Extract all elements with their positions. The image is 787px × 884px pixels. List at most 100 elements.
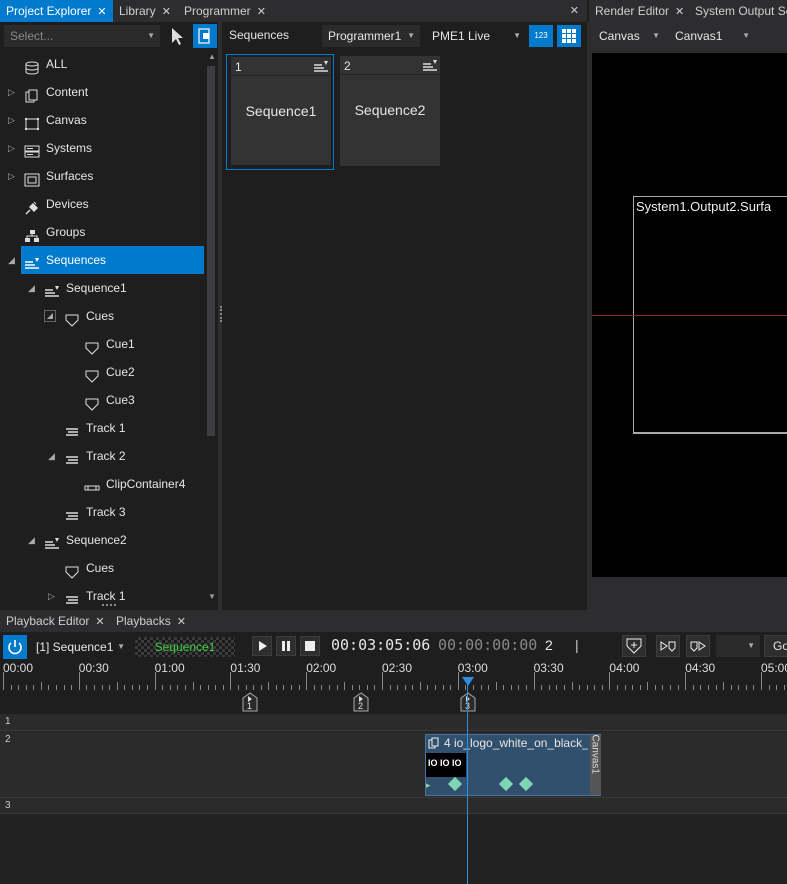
cue-icon <box>64 309 80 327</box>
tree-item-systems[interactable]: ▷ Systems <box>0 134 204 162</box>
ruler-tick <box>344 682 346 690</box>
close-icon[interactable]: ✕ <box>97 6 106 18</box>
tree-item-cue1[interactable]: Cue1 <box>0 330 204 358</box>
tree-item-cue3[interactable]: Cue3 <box>0 386 204 414</box>
grid-view-button[interactable] <box>557 25 581 47</box>
ruler-ticks <box>0 672 787 690</box>
ruler-tick <box>192 682 194 690</box>
tree-item-track2[interactable]: ◢ Track 2 <box>0 442 204 470</box>
ruler-tick <box>761 672 762 690</box>
locate-icon[interactable] <box>193 24 217 48</box>
programmer-select[interactable]: Programmer1 ▼ <box>322 25 420 47</box>
collapse-icon[interactable]: ◢ <box>28 274 38 302</box>
explorer-filter-select[interactable]: Select... ▼ <box>4 25 160 47</box>
track-row[interactable]: 1 <box>0 714 787 731</box>
render-mode-select[interactable]: Canvas ▼ <box>593 25 665 47</box>
close-icon[interactable]: ✕ <box>95 616 104 628</box>
collapse-icon[interactable]: ◢ <box>8 246 18 274</box>
expand-icon[interactable]: ▷ <box>8 134 18 162</box>
close-icon[interactable]: ✕ <box>162 6 171 18</box>
tab-system-output[interactable]: System Output Se <box>689 0 787 22</box>
next-cue-button[interactable] <box>686 635 710 657</box>
track-icon <box>64 421 80 436</box>
tree-item-surfaces[interactable]: ▷ Surfaces <box>0 162 204 190</box>
tree-item-content[interactable]: ▷ Content <box>0 78 204 106</box>
keyframe-icon[interactable] <box>447 776 463 792</box>
tab-playback-editor[interactable]: Playback Editor ✕ <box>0 610 111 632</box>
playhead-line[interactable] <box>467 684 468 884</box>
tree-item-sequence2[interactable]: ◢ Sequence2 <box>0 526 204 554</box>
scroll-thumb[interactable] <box>207 66 215 436</box>
tree-item-devices[interactable]: Devices <box>0 190 204 218</box>
tree-item-canvas[interactable]: ▷ Canvas <box>0 106 204 134</box>
playhead-handle[interactable] <box>462 676 474 686</box>
tab-project-explorer[interactable]: Project Explorer ✕ <box>0 0 113 22</box>
pause-button[interactable] <box>276 636 296 656</box>
cue-icon <box>84 337 100 355</box>
cue-marker[interactable]: 3 <box>460 692 476 712</box>
keyframe-icon[interactable] <box>518 776 534 792</box>
keyframe-icon[interactable] <box>498 776 514 792</box>
ruler-tick <box>533 672 535 690</box>
add-cue-button[interactable] <box>622 635 646 657</box>
tab-render-editor[interactable]: Render Editor ✕ <box>589 0 690 22</box>
tree-item-all[interactable]: ALL <box>0 50 204 78</box>
sequence-select[interactable]: [1] Sequence1 ▼ <box>30 636 130 658</box>
scroll-up-icon[interactable]: ▲ <box>208 52 216 61</box>
render-viewport[interactable]: System1.Output2.Surfa <box>592 53 787 577</box>
power-button[interactable] <box>3 635 27 659</box>
clip[interactable]: 4 io_logo_white_on_black_H IO IO IO Canv… <box>425 734 601 796</box>
goto-button[interactable]: Go <box>764 635 787 657</box>
tree-item-cues-2[interactable]: Cues <box>0 554 204 582</box>
resize-grip[interactable] <box>102 604 116 608</box>
close-icon[interactable]: ✕ <box>675 6 684 18</box>
expand-icon[interactable]: ▷ <box>8 162 18 190</box>
scroll-down-icon[interactable]: ▼ <box>208 592 216 601</box>
track-empty-area[interactable] <box>0 814 787 884</box>
explorer-scrollbar[interactable]: ▲ ▼ <box>204 50 218 606</box>
expand-icon[interactable]: ▷ <box>48 582 58 608</box>
tab-playbacks[interactable]: Playbacks ✕ <box>110 610 192 632</box>
expand-icon[interactable]: ▷ <box>8 106 18 134</box>
tab-library[interactable]: Library ✕ <box>113 0 177 22</box>
stop-button[interactable] <box>300 636 320 656</box>
card-name: Sequence1 <box>245 103 317 119</box>
play-button[interactable] <box>252 636 272 656</box>
panel-close-icon[interactable]: ✕ <box>570 0 579 22</box>
sequence-card[interactable]: 1 Sequence1 <box>226 54 334 170</box>
collapse-icon[interactable]: ◢ <box>28 526 38 554</box>
cue-marker[interactable]: 1 <box>242 692 258 712</box>
ruler-tick <box>723 682 725 690</box>
bottom-tab-bar: Playback Editor ✕ Playbacks ✕ <box>0 610 787 632</box>
previous-cue-button[interactable] <box>656 635 680 657</box>
tree-item-cue2[interactable]: Cue2 <box>0 358 204 386</box>
track-icon <box>64 449 80 464</box>
tree-item-sequence1[interactable]: ◢ Sequence1 <box>0 274 204 302</box>
tree-item-clipcontainer4[interactable]: ClipContainer4 <box>0 470 204 498</box>
number-toggle-button[interactable]: 123 <box>529 25 553 47</box>
tree-item-groups[interactable]: Groups <box>0 218 204 246</box>
collapse-icon[interactable]: ◢ <box>48 442 58 470</box>
tree-item-cues[interactable]: ◢ Cues <box>0 302 204 330</box>
cue-marker[interactable]: 2 <box>353 692 369 712</box>
collapse-icon[interactable]: ◢ <box>44 310 56 322</box>
close-icon[interactable]: ✕ <box>177 616 186 628</box>
keyframe-start-icon[interactable]: ▸ <box>426 780 431 791</box>
tree-item-track3[interactable]: Track 3 <box>0 498 204 526</box>
cursor-mark: | <box>575 637 579 653</box>
tree-item-track1[interactable]: Track 1 <box>0 414 204 442</box>
tab-programmer[interactable]: Programmer ✕ <box>178 0 272 22</box>
track-row[interactable]: 2 <box>0 732 787 798</box>
close-icon[interactable]: ✕ <box>257 6 266 18</box>
goto-cue-select[interactable]: ▼ <box>716 635 760 657</box>
track-area[interactable]: 1 2 3 4 io_logo_white_on_black_H IO IO I… <box>0 714 787 884</box>
track-row[interactable]: 3 <box>0 798 787 814</box>
sequence-card[interactable]: 2 Sequence2 <box>340 56 440 166</box>
tree-item-sequences[interactable]: ◢ Sequences <box>0 246 204 274</box>
canvas-select[interactable]: Canvas1 ▼ <box>669 25 755 47</box>
pointer-icon[interactable] <box>166 24 188 48</box>
live-select[interactable]: PME1 Live ▼ <box>426 25 526 47</box>
playback-toolbar: [1] Sequence1 ▼ Sequence1 00:03:05:06 00:… <box>0 632 787 660</box>
expand-icon[interactable]: ▷ <box>8 78 18 106</box>
ruler-tick <box>382 672 383 690</box>
